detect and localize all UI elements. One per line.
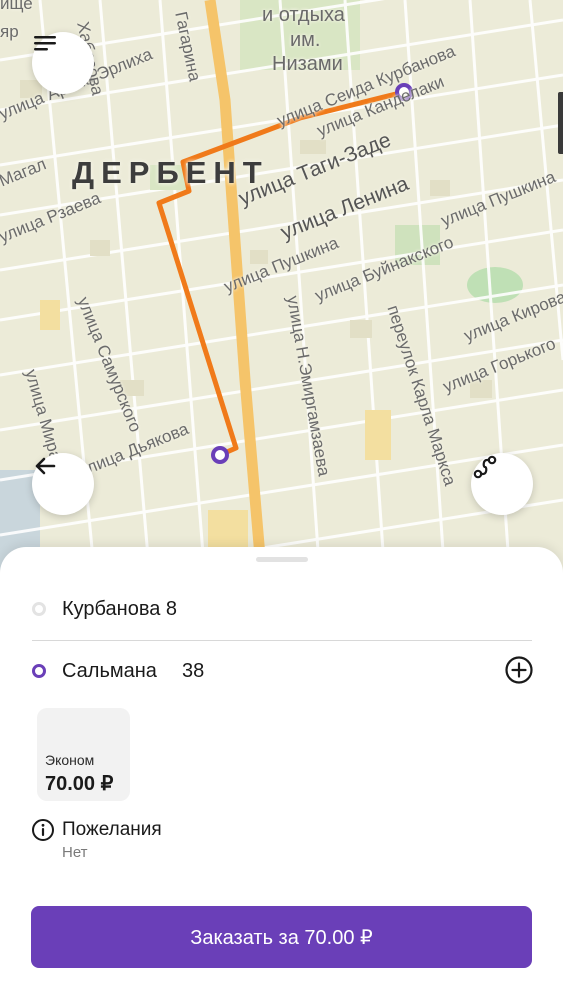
to-house-number: 38 — [182, 659, 205, 682]
destination-dot-icon — [32, 664, 46, 678]
city-label: ДЕРБЕНТ — [72, 155, 269, 190]
tariff-card-econom[interactable]: Эконом 70.00 ₽ — [37, 708, 130, 801]
menu-button[interactable] — [32, 32, 94, 94]
order-sheet: Курбанова 8 Сальмана 38 Эконом 70.00 ₽ П… — [0, 547, 563, 1000]
from-address: Курбанова 8 — [62, 597, 178, 620]
route-button[interactable] — [471, 453, 533, 515]
route-icon — [473, 455, 497, 479]
origin-marker — [211, 446, 229, 464]
tariff-name: Эконом — [45, 752, 95, 768]
to-address: Сальмана — [62, 659, 157, 682]
wishes-value: Нет — [62, 844, 88, 861]
to-address-row[interactable]: Сальмана 38 — [0, 651, 563, 691]
park-label-line2: им. — [290, 29, 321, 51]
tariff-price: 70.00 ₽ — [45, 773, 114, 795]
divider — [32, 640, 532, 641]
street-label: яр — [0, 22, 19, 41]
street-label: ище — [0, 0, 33, 13]
park-label-line3: Низами — [272, 53, 343, 75]
menu-icon — [34, 36, 56, 51]
add-stop-icon[interactable] — [503, 654, 535, 686]
from-address-row[interactable]: Курбанова 8 — [0, 589, 563, 629]
origin-dot-icon — [32, 602, 46, 616]
park-label-line1: и отдыха — [262, 4, 345, 26]
arrow-left-icon — [35, 457, 56, 475]
edge-handle — [558, 92, 563, 154]
back-button[interactable] — [32, 453, 94, 515]
info-icon — [32, 819, 54, 841]
map[interactable]: и отдыха им. Низами ДЕРБЕНТ улица Арона … — [0, 0, 563, 580]
order-button[interactable]: Заказать за 70.00 ₽ — [31, 906, 532, 968]
sheet-handle[interactable] — [256, 557, 308, 562]
wishes-title[interactable]: Пожелания — [62, 819, 162, 841]
